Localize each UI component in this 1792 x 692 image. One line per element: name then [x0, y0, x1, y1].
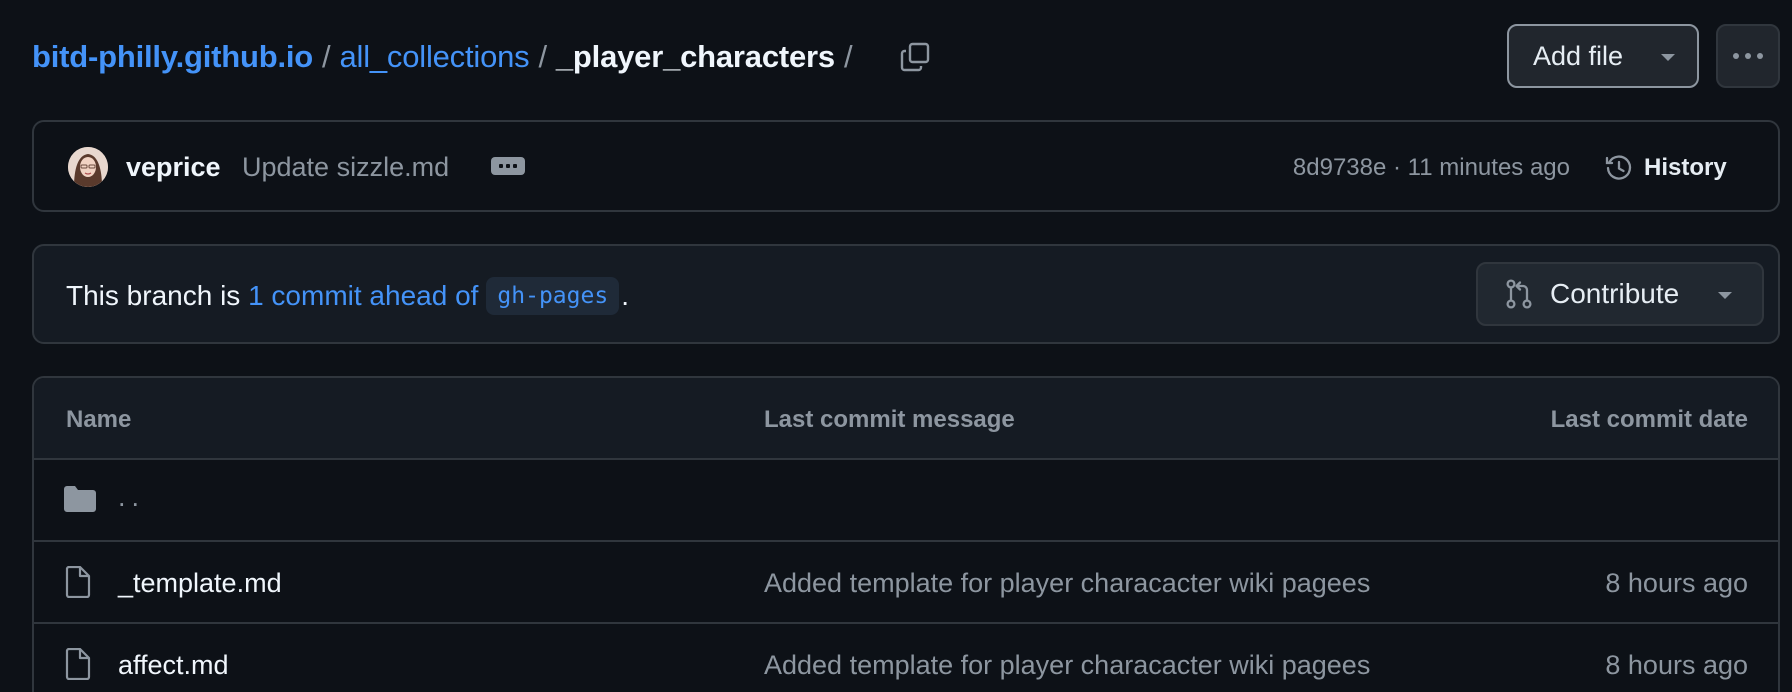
breadcrumb-repo-link[interactable]: bitd-philly.github.io	[32, 39, 313, 75]
branch-status-banner: This branch is 1 commit ahead of gh-pages…	[32, 244, 1780, 344]
breadcrumb-separator: /	[322, 39, 331, 74]
column-header-name: Name	[66, 406, 132, 433]
breadcrumb-separator: /	[843, 39, 853, 74]
avatar[interactable]	[68, 147, 108, 187]
column-header-message: Last commit message	[764, 406, 1015, 433]
breadcrumb-current: _player_characters	[555, 39, 835, 74]
breadcrumb-folder-link[interactable]: all_collections	[339, 39, 529, 75]
git-pull-request-icon	[1506, 279, 1532, 309]
chevron-down-icon	[1718, 292, 1732, 299]
file-icon	[65, 648, 91, 680]
contribute-label: Contribute	[1550, 278, 1680, 309]
file-commit-message-link[interactable]: Added template for player characacter wi…	[764, 650, 1370, 681]
repo-directory-page: bitd-philly.github.io / all_collections …	[0, 0, 1792, 692]
file-commit-date: 8 hours ago	[1605, 650, 1748, 680]
expand-commit-message-button[interactable]	[491, 157, 525, 175]
file-table: Name Last commit message Last commit dat…	[32, 376, 1780, 692]
ellipsis-dot	[506, 164, 510, 168]
copy-icon	[901, 42, 930, 72]
branch-status-suffix: .	[621, 280, 629, 311]
history-button[interactable]: History	[1604, 146, 1727, 190]
file-name-link[interactable]: _template.md	[118, 568, 282, 599]
file-commit-message-link[interactable]: Added template for player characacter wi…	[764, 568, 1370, 599]
kebab-horizontal-icon	[1733, 53, 1763, 59]
commit-message[interactable]: Update sizzle.md	[242, 152, 449, 183]
commit-author[interactable]: veprice	[126, 152, 221, 183]
latest-commit-bar: veprice Update sizzle.md 8d9738e · 11 mi…	[32, 120, 1780, 212]
folder-icon	[64, 486, 96, 512]
table-header: Name Last commit message Last commit dat…	[34, 378, 1778, 460]
avatar-image	[68, 147, 108, 187]
contribute-button[interactable]: Contribute	[1476, 262, 1764, 326]
table-row[interactable]: affect.md Added template for player char…	[34, 624, 1778, 692]
base-branch-pill[interactable]: gh-pages	[486, 277, 620, 315]
history-icon	[1605, 155, 1632, 180]
file-commit-date: 8 hours ago	[1605, 568, 1748, 598]
meta-dot: ·	[1386, 154, 1408, 181]
branch-status-text: This branch is 1 commit ahead of gh-pages…	[66, 277, 629, 315]
commit-sha-link[interactable]: 8d9738e	[1293, 154, 1386, 181]
file-name-link[interactable]: affect.md	[118, 650, 229, 681]
parent-directory-link[interactable]: ..	[118, 482, 145, 513]
commit-time: 11 minutes ago	[1407, 154, 1570, 181]
table-row-parent-directory[interactable]: ..	[34, 460, 1778, 542]
add-file-label: Add file	[1533, 40, 1624, 71]
breadcrumb: bitd-philly.github.io / all_collections …	[32, 30, 935, 84]
more-options-button[interactable]	[1716, 24, 1780, 88]
table-row[interactable]: _template.md Added template for player c…	[34, 542, 1778, 624]
branch-status-prefix: This branch is	[66, 280, 249, 311]
chevron-down-icon	[1661, 54, 1675, 61]
file-icon	[65, 566, 91, 598]
ellipsis-dot	[513, 164, 517, 168]
add-file-button[interactable]: Add file	[1507, 24, 1699, 88]
commit-meta: 8d9738e · 11 minutes ago	[1293, 154, 1570, 182]
copy-path-button[interactable]	[895, 37, 935, 77]
ellipsis-dot	[499, 164, 503, 168]
history-label: History	[1644, 154, 1727, 181]
commits-ahead-link[interactable]: 1 commit ahead of	[248, 280, 478, 312]
column-header-date: Last commit date	[1550, 406, 1748, 433]
breadcrumb-separator: /	[538, 39, 547, 74]
